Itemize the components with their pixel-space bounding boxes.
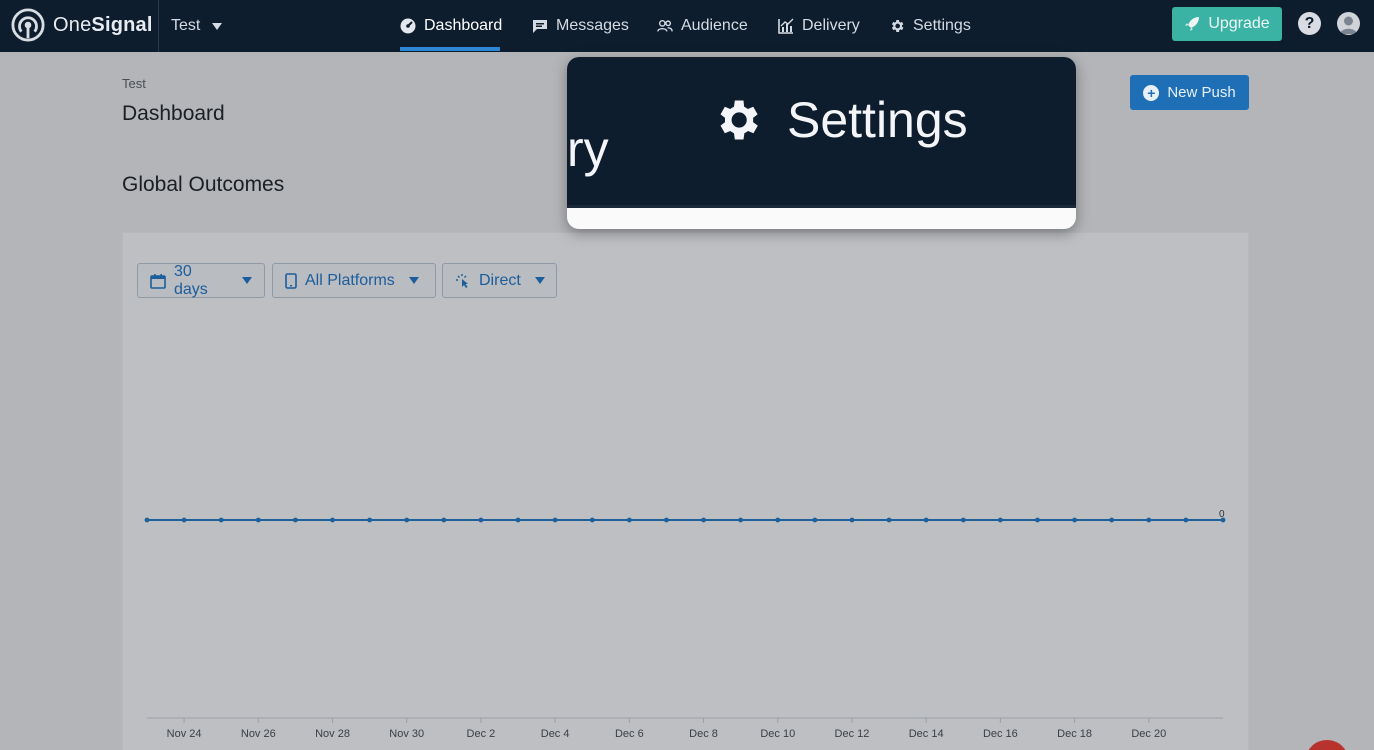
zoom-divider <box>567 205 1076 208</box>
data-point[interactable] <box>589 517 595 523</box>
last-value-label: 0 <box>1219 509 1225 520</box>
x-tick-label: Dec 18 <box>1057 728 1092 740</box>
data-point[interactable] <box>441 517 447 523</box>
data-point[interactable] <box>293 517 298 523</box>
data-point[interactable] <box>849 517 855 523</box>
data-point[interactable] <box>144 517 150 523</box>
data-point[interactable] <box>255 517 261 523</box>
data-point[interactable] <box>923 517 929 523</box>
data-point[interactable] <box>701 517 706 523</box>
data-point[interactable] <box>218 517 224 523</box>
zoom-navbar-preview: ry Settings <box>567 57 1076 205</box>
data-point[interactable] <box>775 517 781 523</box>
zoom-popover: ry Settings <box>567 57 1076 229</box>
zoom-fragment-text: ry <box>567 121 609 177</box>
data-point[interactable] <box>478 517 484 523</box>
data-point[interactable] <box>664 517 669 523</box>
data-point[interactable] <box>1109 517 1115 523</box>
x-tick-label: Dec 12 <box>835 728 870 740</box>
x-tick-label: Nov 24 <box>167 728 202 740</box>
data-point[interactable] <box>886 517 892 523</box>
x-tick-label: Nov 26 <box>241 728 276 740</box>
data-point[interactable] <box>330 517 335 523</box>
data-point[interactable] <box>1072 517 1077 523</box>
zoom-settings-item: Settings <box>711 91 968 149</box>
x-tick-label: Dec 14 <box>909 728 944 740</box>
x-tick-label: Nov 28 <box>315 728 350 740</box>
x-tick-label: Dec 16 <box>983 728 1018 740</box>
data-point[interactable] <box>960 517 966 523</box>
data-point[interactable] <box>812 517 818 523</box>
x-tick-label: Dec 10 <box>760 728 795 740</box>
data-point[interactable] <box>738 517 744 523</box>
data-point[interactable] <box>1183 517 1189 523</box>
data-point[interactable] <box>1035 517 1040 523</box>
x-tick-label: Dec 4 <box>541 728 570 740</box>
zoom-settings-label: Settings <box>787 92 968 148</box>
data-point[interactable] <box>181 517 187 523</box>
x-tick-label: Dec 2 <box>467 728 496 740</box>
gear-icon <box>720 100 758 140</box>
data-point[interactable] <box>404 517 410 523</box>
data-point[interactable] <box>1146 517 1152 523</box>
x-tick-label: Dec 6 <box>615 728 644 740</box>
x-tick-label: Dec 20 <box>1131 728 1166 740</box>
data-point[interactable] <box>626 517 632 523</box>
data-point[interactable] <box>997 517 1003 523</box>
x-tick-label: Nov 30 <box>389 728 424 740</box>
x-tick-label: Dec 8 <box>689 728 718 740</box>
data-point[interactable] <box>552 517 558 523</box>
data-point[interactable] <box>515 517 521 523</box>
data-point[interactable] <box>367 517 373 523</box>
